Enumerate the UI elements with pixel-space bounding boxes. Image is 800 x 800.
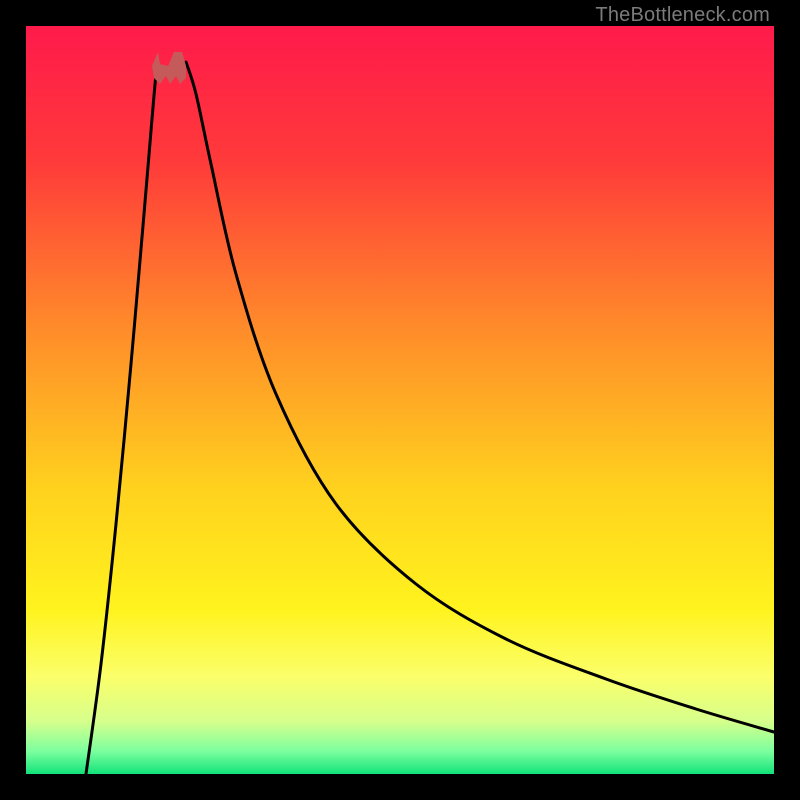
chart-frame: TheBottleneck.com xyxy=(0,0,800,800)
plot-area xyxy=(26,26,774,774)
watermark-text: TheBottleneck.com xyxy=(595,4,770,27)
chart-svg xyxy=(26,26,774,774)
gradient-background xyxy=(26,26,774,774)
